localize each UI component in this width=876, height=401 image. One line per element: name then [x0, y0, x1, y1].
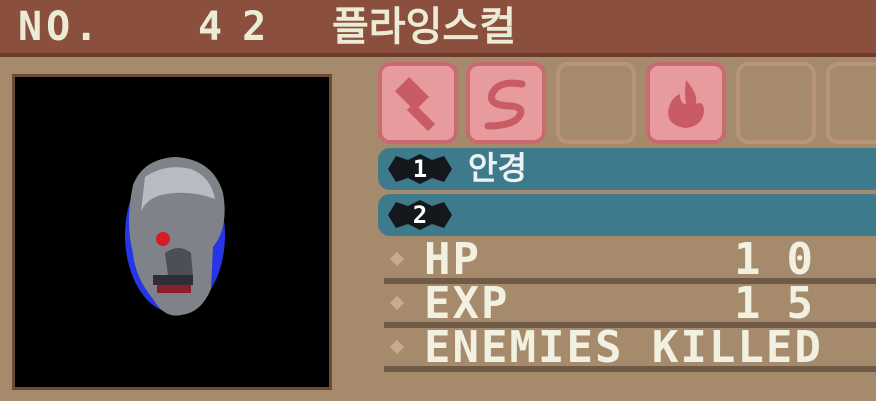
bullet-icon — [389, 339, 405, 355]
stat-label-exp: EXP — [424, 278, 510, 329]
whip-icon — [484, 79, 526, 130]
enemy-portrait — [12, 74, 332, 390]
weakness-slot-hammer — [378, 62, 458, 144]
weakness-slot-empty — [736, 62, 816, 144]
drop-index-2: 2 — [412, 201, 428, 229]
number-label: NO. — [18, 4, 103, 50]
drop-index-1: 1 — [412, 155, 428, 183]
drop-item-name-1: 안경 — [468, 149, 527, 187]
bullet-icon — [389, 295, 405, 311]
weakness-slot-empty — [826, 62, 876, 144]
enemy-header: NO. 42 플라잉스컬 — [0, 0, 876, 57]
weakness-slot-fire — [646, 62, 726, 144]
hammer-icon — [395, 77, 436, 132]
stat-row-kills: ENEMIES KILLED — [384, 324, 876, 372]
fire-icon — [668, 80, 704, 128]
weakness-slot-whip — [466, 62, 546, 144]
drop-badge-1: 1 — [386, 152, 454, 186]
enemy-name: 플라잉스컬 — [332, 4, 516, 50]
stat-value-exp: 15 — [734, 278, 839, 329]
stat-value-hp: 10 — [734, 234, 839, 285]
stat-label-hp: HP — [424, 234, 481, 285]
weakness-slot-empty — [556, 62, 636, 144]
skull-icon — [125, 157, 225, 316]
bullet-icon — [389, 251, 405, 267]
enemy-number: 42 — [198, 4, 287, 50]
drop-badge-2: 2 — [386, 198, 454, 232]
stat-label-kills: ENEMIES KILLED — [424, 322, 823, 373]
